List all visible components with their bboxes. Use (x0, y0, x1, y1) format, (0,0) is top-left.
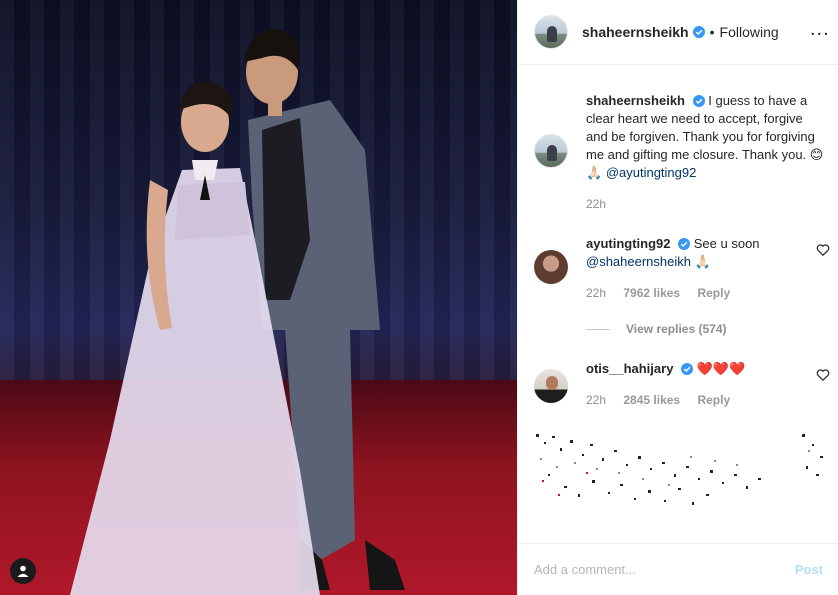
comment-mention-link[interactable]: @shaheernsheikh (586, 254, 691, 269)
caption-text-block: shaheernsheikh I guess to have a clear h… (586, 92, 826, 182)
comment-text-block: ayutingting92 See u soon @shaheernsheikh… (586, 235, 826, 271)
commenter-avatar[interactable] (534, 369, 568, 403)
author-avatar[interactable] (534, 15, 568, 49)
post-header: shaheernsheikh • Following ... (518, 0, 838, 65)
header-separator: • (709, 24, 715, 40)
verified-badge-icon (681, 363, 694, 375)
caption-username[interactable]: shaheernsheikh (586, 93, 685, 108)
view-replies-label[interactable]: View replies (574) (626, 322, 727, 336)
verified-badge-icon (692, 26, 705, 38)
heart-outline-icon[interactable] (816, 368, 830, 382)
view-replies-divider (586, 328, 610, 330)
caption-time[interactable]: 22h (586, 197, 606, 211)
heart-outline-icon[interactable] (816, 243, 830, 257)
add-comment-input[interactable]: Add a comment... (534, 562, 795, 577)
user-tag-icon (17, 565, 29, 577)
post-photo[interactable] (0, 0, 517, 595)
caption-mention-link[interactable]: @ayutingting92 (606, 165, 697, 180)
verified-badge-icon (678, 238, 691, 250)
commenter-avatar[interactable] (534, 250, 568, 284)
redacted-scribble (536, 434, 823, 505)
comment-meta: 22h 7962 likes Reply (586, 286, 744, 300)
comment-text: See u soon (693, 236, 760, 251)
comment-text-block: otis__hahijary ❤️❤️❤️ (586, 360, 826, 378)
commenter-username[interactable]: otis__hahijary (586, 361, 673, 376)
comment-meta: 22h 2845 likes Reply (586, 393, 744, 407)
caption-avatar[interactable] (534, 134, 568, 168)
comment-time[interactable]: 22h (586, 286, 606, 300)
comment-likes[interactable]: 2845 likes (623, 393, 680, 407)
caption-meta: 22h (586, 197, 620, 211)
add-comment-bar: Add a comment... Post (518, 543, 838, 595)
verified-badge-icon (692, 95, 705, 107)
comment-reply-button[interactable]: Reply (697, 286, 730, 300)
view-replies-button[interactable]: View replies (574) (586, 322, 727, 336)
comment-likes[interactable]: 7962 likes (623, 286, 680, 300)
comment-reply-button[interactable]: Reply (697, 393, 730, 407)
commenter-username[interactable]: ayutingting92 (586, 236, 671, 251)
photo-people-illustration (70, 29, 405, 595)
following-button[interactable]: Following (720, 24, 779, 40)
author-username[interactable]: shaheernsheikh (582, 24, 689, 40)
more-options-icon[interactable]: ... (810, 18, 838, 41)
user-tag-button[interactable] (10, 558, 36, 584)
post-comment-button[interactable]: Post (795, 562, 823, 577)
comment-text: ❤️❤️❤️ (696, 361, 746, 376)
comment-emoji: 🙏🏻 (694, 254, 711, 269)
comment-time[interactable]: 22h (586, 393, 606, 407)
